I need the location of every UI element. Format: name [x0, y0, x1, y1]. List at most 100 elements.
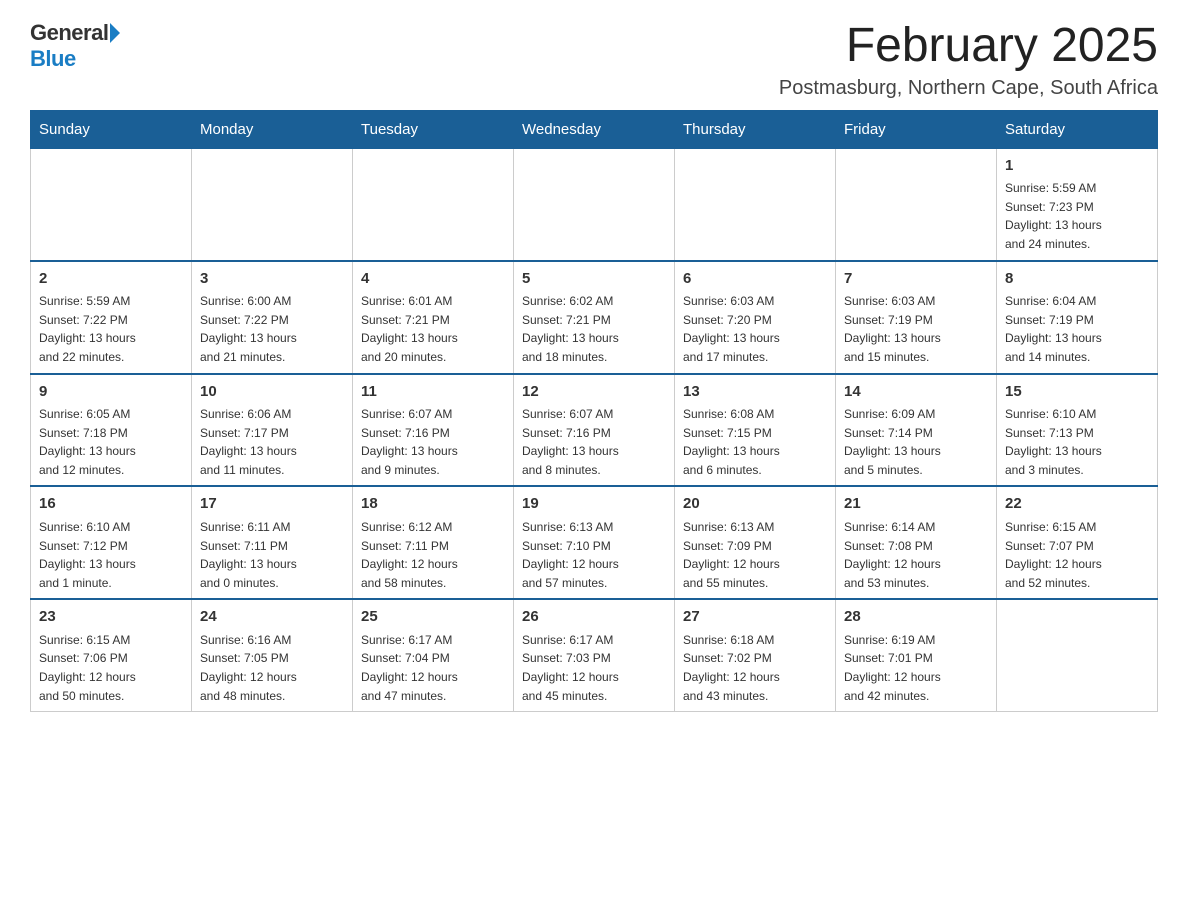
day-number: 9	[39, 381, 183, 404]
calendar-cell: 18Sunrise: 6:12 AM Sunset: 7:11 PM Dayli…	[353, 486, 514, 599]
calendar-week-row: 9Sunrise: 6:05 AM Sunset: 7:18 PM Daylig…	[31, 374, 1158, 487]
day-info: Sunrise: 6:13 AM Sunset: 7:09 PM Dayligh…	[683, 518, 827, 592]
weekday-header-friday: Friday	[836, 110, 997, 148]
day-number: 21	[844, 493, 988, 516]
calendar-cell	[353, 148, 514, 260]
calendar-cell: 23Sunrise: 6:15 AM Sunset: 7:06 PM Dayli…	[31, 599, 192, 711]
weekday-header-tuesday: Tuesday	[353, 110, 514, 148]
weekday-header-row: SundayMondayTuesdayWednesdayThursdayFrid…	[31, 110, 1158, 148]
calendar-cell: 1Sunrise: 5:59 AM Sunset: 7:23 PM Daylig…	[997, 148, 1158, 260]
calendar-cell: 25Sunrise: 6:17 AM Sunset: 7:04 PM Dayli…	[353, 599, 514, 711]
calendar-cell: 8Sunrise: 6:04 AM Sunset: 7:19 PM Daylig…	[997, 261, 1158, 374]
day-info: Sunrise: 6:13 AM Sunset: 7:10 PM Dayligh…	[522, 518, 666, 592]
calendar-cell: 26Sunrise: 6:17 AM Sunset: 7:03 PM Dayli…	[514, 599, 675, 711]
day-number: 27	[683, 606, 827, 629]
day-info: Sunrise: 6:07 AM Sunset: 7:16 PM Dayligh…	[522, 405, 666, 479]
weekday-header-thursday: Thursday	[675, 110, 836, 148]
weekday-header-wednesday: Wednesday	[514, 110, 675, 148]
day-number: 12	[522, 381, 666, 404]
calendar-table: SundayMondayTuesdayWednesdayThursdayFrid…	[30, 110, 1158, 712]
day-info: Sunrise: 6:01 AM Sunset: 7:21 PM Dayligh…	[361, 292, 505, 366]
calendar-cell: 28Sunrise: 6:19 AM Sunset: 7:01 PM Dayli…	[836, 599, 997, 711]
calendar-cell: 11Sunrise: 6:07 AM Sunset: 7:16 PM Dayli…	[353, 374, 514, 487]
day-info: Sunrise: 6:06 AM Sunset: 7:17 PM Dayligh…	[200, 405, 344, 479]
calendar-week-row: 2Sunrise: 5:59 AM Sunset: 7:22 PM Daylig…	[31, 261, 1158, 374]
calendar-cell: 2Sunrise: 5:59 AM Sunset: 7:22 PM Daylig…	[31, 261, 192, 374]
day-info: Sunrise: 6:14 AM Sunset: 7:08 PM Dayligh…	[844, 518, 988, 592]
day-info: Sunrise: 6:02 AM Sunset: 7:21 PM Dayligh…	[522, 292, 666, 366]
day-info: Sunrise: 6:15 AM Sunset: 7:07 PM Dayligh…	[1005, 518, 1149, 592]
calendar-cell: 5Sunrise: 6:02 AM Sunset: 7:21 PM Daylig…	[514, 261, 675, 374]
day-number: 6	[683, 268, 827, 291]
day-info: Sunrise: 6:00 AM Sunset: 7:22 PM Dayligh…	[200, 292, 344, 366]
calendar-cell: 14Sunrise: 6:09 AM Sunset: 7:14 PM Dayli…	[836, 374, 997, 487]
calendar-cell: 20Sunrise: 6:13 AM Sunset: 7:09 PM Dayli…	[675, 486, 836, 599]
day-info: Sunrise: 5:59 AM Sunset: 7:22 PM Dayligh…	[39, 292, 183, 366]
day-number: 11	[361, 381, 505, 404]
day-number: 15	[1005, 381, 1149, 404]
calendar-cell: 4Sunrise: 6:01 AM Sunset: 7:21 PM Daylig…	[353, 261, 514, 374]
day-number: 28	[844, 606, 988, 629]
day-info: Sunrise: 6:17 AM Sunset: 7:03 PM Dayligh…	[522, 631, 666, 705]
calendar-cell	[514, 148, 675, 260]
day-number: 18	[361, 493, 505, 516]
day-number: 22	[1005, 493, 1149, 516]
month-title: February 2025	[779, 20, 1158, 73]
logo-arrow-icon	[110, 23, 120, 43]
day-number: 5	[522, 268, 666, 291]
day-info: Sunrise: 6:17 AM Sunset: 7:04 PM Dayligh…	[361, 631, 505, 705]
day-info: Sunrise: 6:03 AM Sunset: 7:19 PM Dayligh…	[844, 292, 988, 366]
day-info: Sunrise: 6:15 AM Sunset: 7:06 PM Dayligh…	[39, 631, 183, 705]
day-info: Sunrise: 6:04 AM Sunset: 7:19 PM Dayligh…	[1005, 292, 1149, 366]
page-header: General Blue February 2025 Postmasburg, …	[30, 20, 1158, 100]
day-number: 24	[200, 606, 344, 629]
day-info: Sunrise: 6:10 AM Sunset: 7:12 PM Dayligh…	[39, 518, 183, 592]
calendar-cell: 12Sunrise: 6:07 AM Sunset: 7:16 PM Dayli…	[514, 374, 675, 487]
logo-general: General	[30, 20, 108, 46]
calendar-cell: 3Sunrise: 6:00 AM Sunset: 7:22 PM Daylig…	[192, 261, 353, 374]
day-number: 7	[844, 268, 988, 291]
day-info: Sunrise: 6:10 AM Sunset: 7:13 PM Dayligh…	[1005, 405, 1149, 479]
calendar-cell	[31, 148, 192, 260]
weekday-header-sunday: Sunday	[31, 110, 192, 148]
title-section: February 2025 Postmasburg, Northern Cape…	[779, 20, 1158, 100]
day-number: 23	[39, 606, 183, 629]
day-info: Sunrise: 6:03 AM Sunset: 7:20 PM Dayligh…	[683, 292, 827, 366]
day-number: 3	[200, 268, 344, 291]
calendar-cell	[997, 599, 1158, 711]
calendar-cell: 22Sunrise: 6:15 AM Sunset: 7:07 PM Dayli…	[997, 486, 1158, 599]
logo-blue: Blue	[30, 46, 76, 72]
day-info: Sunrise: 6:12 AM Sunset: 7:11 PM Dayligh…	[361, 518, 505, 592]
day-info: Sunrise: 6:09 AM Sunset: 7:14 PM Dayligh…	[844, 405, 988, 479]
day-info: Sunrise: 6:11 AM Sunset: 7:11 PM Dayligh…	[200, 518, 344, 592]
day-number: 16	[39, 493, 183, 516]
calendar-cell: 7Sunrise: 6:03 AM Sunset: 7:19 PM Daylig…	[836, 261, 997, 374]
day-info: Sunrise: 5:59 AM Sunset: 7:23 PM Dayligh…	[1005, 179, 1149, 253]
calendar-cell: 27Sunrise: 6:18 AM Sunset: 7:02 PM Dayli…	[675, 599, 836, 711]
logo: General Blue	[30, 20, 120, 72]
calendar-week-row: 16Sunrise: 6:10 AM Sunset: 7:12 PM Dayli…	[31, 486, 1158, 599]
calendar-cell: 6Sunrise: 6:03 AM Sunset: 7:20 PM Daylig…	[675, 261, 836, 374]
day-number: 13	[683, 381, 827, 404]
calendar-cell: 16Sunrise: 6:10 AM Sunset: 7:12 PM Dayli…	[31, 486, 192, 599]
calendar-week-row: 1Sunrise: 5:59 AM Sunset: 7:23 PM Daylig…	[31, 148, 1158, 260]
day-number: 2	[39, 268, 183, 291]
calendar-cell: 24Sunrise: 6:16 AM Sunset: 7:05 PM Dayli…	[192, 599, 353, 711]
day-number: 4	[361, 268, 505, 291]
calendar-cell: 10Sunrise: 6:06 AM Sunset: 7:17 PM Dayli…	[192, 374, 353, 487]
day-number: 25	[361, 606, 505, 629]
weekday-header-saturday: Saturday	[997, 110, 1158, 148]
day-number: 8	[1005, 268, 1149, 291]
calendar-cell: 13Sunrise: 6:08 AM Sunset: 7:15 PM Dayli…	[675, 374, 836, 487]
day-info: Sunrise: 6:05 AM Sunset: 7:18 PM Dayligh…	[39, 405, 183, 479]
day-number: 10	[200, 381, 344, 404]
day-number: 17	[200, 493, 344, 516]
day-number: 26	[522, 606, 666, 629]
weekday-header-monday: Monday	[192, 110, 353, 148]
calendar-cell: 9Sunrise: 6:05 AM Sunset: 7:18 PM Daylig…	[31, 374, 192, 487]
calendar-cell: 21Sunrise: 6:14 AM Sunset: 7:08 PM Dayli…	[836, 486, 997, 599]
calendar-cell: 19Sunrise: 6:13 AM Sunset: 7:10 PM Dayli…	[514, 486, 675, 599]
calendar-cell	[192, 148, 353, 260]
calendar-week-row: 23Sunrise: 6:15 AM Sunset: 7:06 PM Dayli…	[31, 599, 1158, 711]
day-number: 20	[683, 493, 827, 516]
